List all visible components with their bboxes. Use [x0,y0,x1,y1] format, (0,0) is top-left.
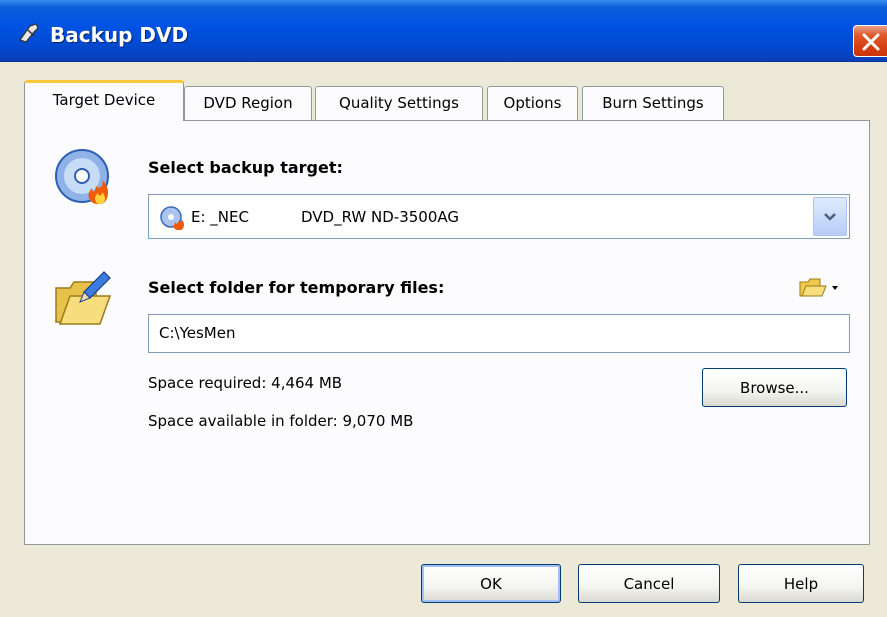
chevron-down-icon [824,213,836,221]
help-button[interactable]: Help [738,564,864,603]
dvd-tool-icon [19,23,39,43]
window-title: Backup DVD [50,23,189,47]
temp-folder-input[interactable]: C:\YesMen [148,314,850,353]
dvd-drive-icon [160,206,184,230]
tab-dvd-region[interactable]: DVD Region [184,86,312,120]
tab-burn-settings[interactable]: Burn Settings [582,86,724,120]
drive-name: DVD_RW ND-3500AG [301,208,459,226]
open-folder-icon [55,271,112,325]
space-required: Space required: 4,464 MB [148,374,343,392]
title-bar[interactable]: Backup DVD [0,0,887,62]
close-button[interactable] [853,25,887,57]
tab-options[interactable]: Options [487,86,578,120]
close-icon [862,33,880,51]
dvd-burn-icon [55,149,109,204]
browse-button[interactable]: Browse... [702,368,847,407]
temp-folder-heading: Select folder for temporary files: [148,278,445,297]
cancel-button[interactable]: Cancel [578,564,720,603]
folder-menu-button[interactable] [798,276,844,300]
tab-quality-settings[interactable]: Quality Settings [315,86,483,120]
dropdown-button[interactable] [813,197,847,236]
drive-letter: E: _NEC [191,208,249,226]
folder-icon [799,278,838,297]
space-available: Space available in folder: 9,070 MB [148,412,414,430]
target-dropdown[interactable]: E: _NEC DVD_RW ND-3500AG [148,194,850,239]
target-heading: Select backup target: [148,158,343,177]
tab-target-device[interactable]: Target Device [24,80,184,121]
ok-button[interactable]: OK [421,564,561,603]
